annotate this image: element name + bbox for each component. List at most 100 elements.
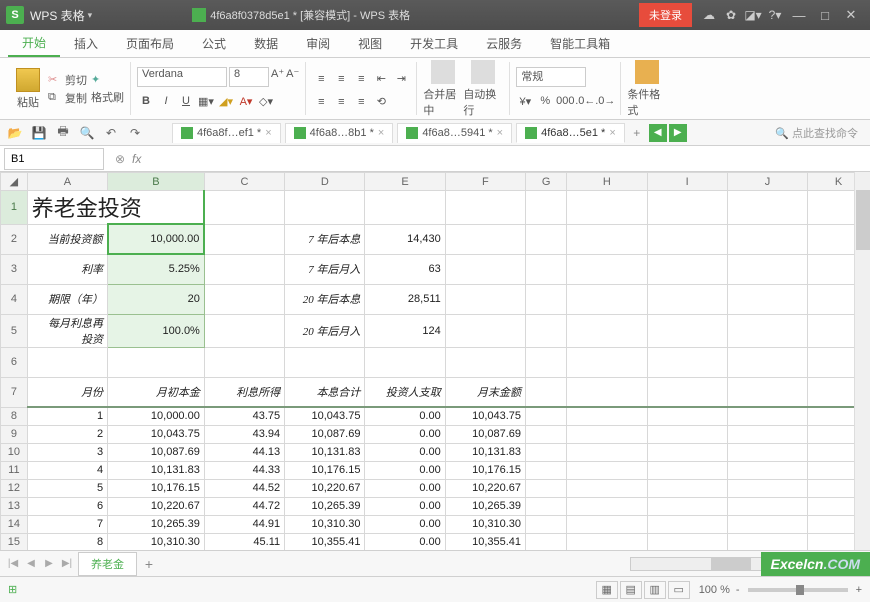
copy-button[interactable]: ⧉复制 (48, 90, 87, 106)
spreadsheet-grid[interactable]: ◢ A B C D E F G H I J K 1 养老金投资 2 当前投资额 … (0, 172, 870, 550)
table-cell[interactable]: 0.00 (365, 533, 445, 550)
align-top-button[interactable]: ≡ (312, 70, 330, 88)
row-5[interactable]: 5 (1, 314, 28, 347)
zoom-in-button[interactable]: + (856, 584, 862, 596)
menu-tab-insert[interactable]: 插入 (60, 30, 112, 57)
row-4[interactable]: 4 (1, 284, 28, 314)
menu-tab-formula[interactable]: 公式 (188, 30, 240, 57)
row-12[interactable]: 12 (1, 479, 28, 497)
align-right-button[interactable]: ≡ (352, 93, 370, 111)
cancel-edit-icon[interactable]: ⊗ (108, 152, 132, 166)
sheet-nav-next[interactable]: ▶ (40, 558, 58, 569)
save-icon[interactable]: 💾 (28, 123, 50, 143)
cut-button[interactable]: ✂剪切 (48, 72, 87, 88)
table-cell[interactable]: 10,355.41 (285, 533, 365, 550)
menu-tab-dev[interactable]: 开发工具 (396, 30, 472, 57)
app-menu-dropdown[interactable]: ▾ (88, 10, 93, 21)
decimal-dec-button[interactable]: .0→ (596, 92, 614, 110)
file-tab-2[interactable]: 4f6a8…5941 *× (397, 123, 512, 143)
label-y7-principal[interactable]: 7 年后本息 (285, 224, 365, 254)
menu-tab-layout[interactable]: 页面布局 (112, 30, 188, 57)
view-normal-button[interactable]: ▦ (596, 581, 618, 599)
col-J[interactable]: J (727, 173, 807, 191)
col-F[interactable]: F (445, 173, 525, 191)
label-y20-monthly[interactable]: 20 年后月入 (285, 314, 365, 347)
print-icon[interactable]: 🖶 (52, 123, 74, 143)
table-cell[interactable]: 10,043.75 (108, 425, 205, 443)
align-bottom-button[interactable]: ≡ (352, 70, 370, 88)
zoom-out-button[interactable]: - (736, 584, 740, 596)
sheet-nav-prev[interactable]: ◀ (22, 558, 40, 569)
table-cell[interactable]: 0.00 (365, 497, 445, 515)
command-search[interactable]: 🔍 点此查找命令 (689, 125, 866, 141)
table-cell[interactable]: 10,087.69 (285, 425, 365, 443)
table-cell[interactable]: 10,355.41 (445, 533, 525, 550)
menu-tab-tools[interactable]: 智能工具箱 (536, 30, 624, 57)
table-cell[interactable]: 10,265.39 (285, 497, 365, 515)
zoom-value[interactable]: 100 % (699, 584, 730, 596)
font-decrease-button[interactable]: A⁻ (286, 67, 299, 87)
merge-center-button[interactable]: 合并居中 (423, 60, 463, 118)
hdr-total[interactable]: 本息合计 (285, 377, 365, 407)
table-cell[interactable]: 8 (27, 533, 107, 550)
percent-button[interactable]: % (536, 92, 554, 110)
table-cell[interactable]: 7 (27, 515, 107, 533)
table-cell[interactable]: 10,310.30 (108, 533, 205, 550)
status-app-icon[interactable]: ⊞ (8, 583, 17, 596)
select-all-corner[interactable]: ◢ (1, 173, 28, 191)
hdr-withdraw[interactable]: 投资人支取 (365, 377, 445, 407)
row-9[interactable]: 9 (1, 425, 28, 443)
cell-B3[interactable]: 5.25% (108, 254, 205, 284)
maximize-button[interactable]: □ (812, 8, 838, 23)
row-7[interactable]: 7 (1, 377, 28, 407)
table-cell[interactable]: 10,087.69 (445, 425, 525, 443)
close-button[interactable]: ✕ (838, 7, 864, 23)
file-tab-1[interactable]: 4f6a8…8b1 *× (285, 123, 394, 143)
menu-tab-data[interactable]: 数据 (240, 30, 292, 57)
hdr-end-amount[interactable]: 月末金额 (445, 377, 525, 407)
table-cell[interactable]: 3 (27, 443, 107, 461)
row-15[interactable]: 15 (1, 533, 28, 550)
row-1[interactable]: 1 (1, 191, 28, 225)
view-reading-button[interactable]: ▭ (668, 581, 690, 599)
table-cell[interactable]: 44.52 (204, 479, 284, 497)
col-H[interactable]: H (567, 173, 647, 191)
label-reinvest[interactable]: 每月利息再投资 (27, 314, 107, 347)
cell-E2[interactable]: 14,430 (365, 224, 445, 254)
table-cell[interactable]: 10,310.30 (285, 515, 365, 533)
vertical-scrollbar[interactable] (854, 172, 870, 550)
row-2[interactable]: 2 (1, 224, 28, 254)
sheet-tab-active[interactable]: 养老金 (78, 552, 137, 576)
table-cell[interactable]: 1 (27, 407, 107, 425)
table-cell[interactable]: 10,220.67 (108, 497, 205, 515)
table-cell[interactable]: 10,176.15 (285, 461, 365, 479)
cell-E3[interactable]: 63 (365, 254, 445, 284)
table-cell[interactable]: 0.00 (365, 443, 445, 461)
align-middle-button[interactable]: ≡ (332, 70, 350, 88)
redo-icon[interactable]: ↷ (124, 123, 146, 143)
font-size-combo[interactable]: 8 (229, 67, 269, 87)
table-cell[interactable]: 0.00 (365, 407, 445, 425)
row-13[interactable]: 13 (1, 497, 28, 515)
italic-button[interactable]: I (157, 92, 175, 110)
align-left-button[interactable]: ≡ (312, 93, 330, 111)
undo-icon[interactable]: ↶ (100, 123, 122, 143)
login-button[interactable]: 未登录 (639, 3, 692, 27)
col-E[interactable]: E (365, 173, 445, 191)
table-cell[interactable]: 10,220.67 (285, 479, 365, 497)
col-B[interactable]: B (108, 173, 205, 191)
table-cell[interactable]: 44.13 (204, 443, 284, 461)
menu-tab-cloud[interactable]: 云服务 (472, 30, 536, 57)
table-cell[interactable]: 10,265.39 (108, 515, 205, 533)
table-cell[interactable]: 45.11 (204, 533, 284, 550)
formula-input[interactable] (147, 148, 870, 170)
table-cell[interactable]: 43.75 (204, 407, 284, 425)
skin-icon[interactable]: ◪▾ (742, 8, 764, 22)
number-format-combo[interactable]: 常规 (516, 67, 586, 87)
border-button[interactable]: ▦▾ (197, 92, 215, 110)
label-rate[interactable]: 利率 (27, 254, 107, 284)
menu-tab-review[interactable]: 审阅 (292, 30, 344, 57)
hdr-month[interactable]: 月份 (27, 377, 107, 407)
table-cell[interactable]: 44.33 (204, 461, 284, 479)
orientation-button[interactable]: ⟲ (372, 93, 390, 111)
